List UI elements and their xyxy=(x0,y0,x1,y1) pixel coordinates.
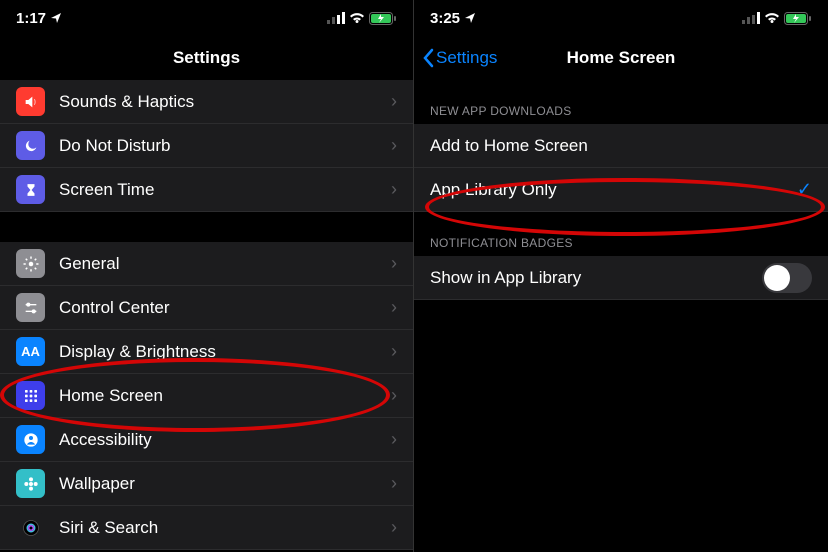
row-label: Do Not Disturb xyxy=(59,136,391,156)
settings-row-accessibility[interactable]: Accessibility› xyxy=(0,418,413,462)
settings-row-general[interactable]: General› xyxy=(0,242,413,286)
flower-icon xyxy=(16,469,45,498)
battery-icon xyxy=(369,12,397,25)
settings-row-screen-time[interactable]: Screen Time› xyxy=(0,168,413,212)
page-title: Home Screen xyxy=(567,48,676,68)
back-button[interactable]: Settings xyxy=(422,48,497,68)
status-bar: 1:17 xyxy=(0,0,413,36)
row-label: Wallpaper xyxy=(59,474,391,494)
chevron-right-icon: › xyxy=(391,91,397,112)
chevron-right-icon: › xyxy=(391,517,397,538)
toggle-switch[interactable] xyxy=(762,263,812,293)
location-icon xyxy=(464,12,476,24)
settings-row-siri-search[interactable]: Siri & Search› xyxy=(0,506,413,550)
row-label: Accessibility xyxy=(59,430,391,450)
chevron-right-icon: › xyxy=(391,429,397,450)
row-label: Show in App Library xyxy=(430,268,762,288)
chevron-right-icon: › xyxy=(391,253,397,274)
nav-header: Settings Home Screen xyxy=(414,36,828,80)
chevron-right-icon: › xyxy=(391,179,397,200)
chevron-right-icon: › xyxy=(391,341,397,362)
location-icon xyxy=(50,12,62,24)
wifi-icon xyxy=(764,12,780,24)
status-time: 3:25 xyxy=(430,10,460,27)
status-bar: 3:25 xyxy=(414,0,828,36)
row-label: Add to Home Screen xyxy=(430,136,812,156)
aa-icon: AA xyxy=(16,337,45,366)
row-label: Siri & Search xyxy=(59,518,391,538)
status-time: 1:17 xyxy=(16,10,46,27)
row-label: Sounds & Haptics xyxy=(59,92,391,112)
moon-icon xyxy=(16,131,45,160)
row-label: Display & Brightness xyxy=(59,342,391,362)
option-app-library-only[interactable]: App Library Only✓ xyxy=(414,168,828,212)
row-label: App Library Only xyxy=(430,180,797,200)
section-header: NEW APP DOWNLOADS xyxy=(414,80,828,124)
row-label: Control Center xyxy=(59,298,391,318)
phone-homescreen-settings: 3:25 Settings Home Screen NEW APP xyxy=(414,0,828,552)
settings-row-control-center[interactable]: Control Center› xyxy=(0,286,413,330)
option-show-in-app-library: Show in App Library xyxy=(414,256,828,300)
section-header: NOTIFICATION BADGES xyxy=(414,212,828,256)
grid-icon xyxy=(16,381,45,410)
chevron-right-icon: › xyxy=(391,297,397,318)
page-title: Settings xyxy=(173,48,240,68)
sliders-icon xyxy=(16,293,45,322)
battery-icon xyxy=(784,12,812,25)
checkmark-icon: ✓ xyxy=(797,179,812,200)
nav-header: Settings xyxy=(0,36,413,80)
row-label: General xyxy=(59,254,391,274)
chevron-right-icon: › xyxy=(391,385,397,406)
new-app-downloads-section: Add to Home Screen App Library Only✓ xyxy=(414,124,828,212)
person-icon xyxy=(16,425,45,454)
option-add-to-home-screen[interactable]: Add to Home Screen xyxy=(414,124,828,168)
wifi-icon xyxy=(349,12,365,24)
siri-icon xyxy=(16,513,45,542)
row-label: Home Screen xyxy=(59,386,391,406)
hourglass-icon xyxy=(16,175,45,204)
settings-row-display-brightness[interactable]: AA Display & Brightness› xyxy=(0,330,413,374)
notif-badges-section: Show in App Library xyxy=(414,256,828,300)
chevron-right-icon: › xyxy=(391,135,397,156)
speaker-icon xyxy=(16,87,45,116)
settings-group-1: Sounds & Haptics›Do Not Disturb›Screen T… xyxy=(0,80,413,212)
back-label: Settings xyxy=(436,48,497,68)
chevron-left-icon xyxy=(422,48,434,68)
settings-row-do-not-disturb[interactable]: Do Not Disturb› xyxy=(0,124,413,168)
settings-row-home-screen[interactable]: Home Screen› xyxy=(0,374,413,418)
settings-row-sounds-haptics[interactable]: Sounds & Haptics› xyxy=(0,80,413,124)
signal-icon xyxy=(742,12,760,24)
chevron-right-icon: › xyxy=(391,473,397,494)
settings-row-wallpaper[interactable]: Wallpaper› xyxy=(0,462,413,506)
row-label: Screen Time xyxy=(59,180,391,200)
settings-group-2: General›Control Center›AADisplay & Brigh… xyxy=(0,242,413,550)
gear-icon xyxy=(16,249,45,278)
signal-icon xyxy=(327,12,345,24)
phone-settings: 1:17 Settings Sounds & Haptics›Do Not Di… xyxy=(0,0,414,552)
